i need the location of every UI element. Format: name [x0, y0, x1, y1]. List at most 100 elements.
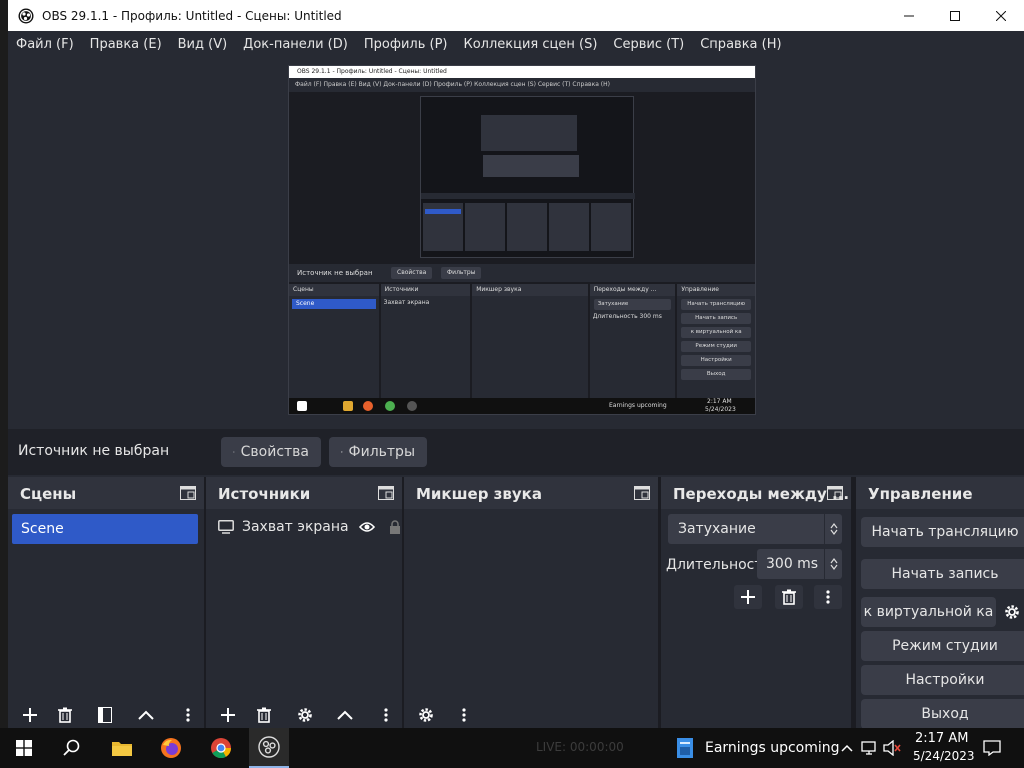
move-scene-up-button[interactable] [134, 704, 158, 726]
add-source-button[interactable] [216, 704, 240, 726]
preview-duration-label: Длительность [592, 313, 638, 320]
no-source-selected-label: Источник не выбран [18, 443, 170, 459]
clock-time[interactable]: 2:17 AM [915, 731, 968, 746]
chevron-down-icon [830, 529, 837, 535]
plus-icon [221, 708, 235, 722]
menu-help[interactable]: Справка (H) [692, 37, 789, 52]
scene-item[interactable]: Scene [12, 514, 198, 544]
start-streaming-button[interactable]: Начать трансляцию [861, 517, 1024, 547]
preview-chrome-icon [385, 401, 395, 411]
transitions-dock: Переходы между ... Затухание Длительност… [661, 477, 851, 728]
spinbox-arrows [824, 549, 842, 579]
source-properties-button[interactable] [293, 704, 317, 726]
lock-icon[interactable] [389, 520, 401, 534]
add-transition-button[interactable] [734, 585, 762, 609]
preview-canvas[interactable]: OBS 29.1.1 - Профиль: Untitled - Сцены: … [288, 65, 756, 415]
notifications-button[interactable] [978, 728, 1006, 768]
move-source-up-button[interactable] [333, 704, 357, 726]
menu-scene-collection[interactable]: Коллекция сцен (S) [455, 37, 605, 52]
start-virtual-camera-button[interactable]: к виртуальной ка [861, 597, 996, 627]
news-widget-text[interactable]: Earnings upcoming [705, 740, 840, 756]
obs-logo-icon [18, 8, 34, 23]
preview-duration-value: 300 ms [639, 313, 662, 320]
studio-mode-button[interactable]: Режим студии [861, 631, 1024, 661]
minimize-button[interactable] [886, 0, 932, 31]
chrome-button[interactable] [201, 728, 241, 768]
virtual-camera-settings-button[interactable] [1000, 600, 1024, 624]
filters-button[interactable]: Фильтры [329, 437, 427, 467]
undock-icon[interactable] [180, 486, 196, 500]
transition-select-value: Затухание [678, 521, 756, 537]
mixer-more-button[interactable] [456, 704, 472, 726]
remove-source-button[interactable] [252, 704, 276, 726]
undock-icon[interactable] [378, 486, 394, 500]
preview-dock-title: Переходы между ... [589, 284, 676, 296]
menu-profile[interactable]: Профиль (P) [356, 37, 456, 52]
transition-more-button[interactable] [814, 585, 842, 609]
minimize-icon [904, 15, 914, 16]
select-arrows [824, 514, 842, 544]
scenes-dock-header: Сцены [8, 477, 204, 509]
settings-button[interactable]: Настройки [861, 665, 1024, 695]
nested-preview-block [465, 203, 505, 251]
search-button[interactable] [52, 728, 92, 768]
audio-mixer-dock: Микшер звука [404, 477, 658, 728]
firefox-button[interactable] [151, 728, 191, 768]
volume-button[interactable] [882, 728, 902, 768]
windows-logo-icon [16, 740, 32, 756]
preview-mixer-dock: Микшер звука [472, 284, 588, 402]
menu-view[interactable]: Вид (V) [170, 37, 236, 52]
sources-dock-header: Источники [206, 477, 402, 509]
source-item[interactable]: Захват экрана [218, 519, 401, 535]
menu-file[interactable]: Файл (F) [8, 37, 82, 52]
exit-button[interactable]: Выход [861, 699, 1024, 728]
nested-preview-block [549, 203, 589, 251]
network-button[interactable] [860, 728, 880, 768]
source-more-button[interactable] [378, 704, 394, 726]
menu-edit[interactable]: Правка (E) [82, 37, 170, 52]
duration-spinbox[interactable]: 300 ms [757, 549, 842, 579]
volume-muted-icon [883, 740, 901, 756]
scene-more-button[interactable] [180, 704, 196, 726]
remove-scene-button[interactable] [53, 704, 77, 726]
folder-icon [112, 742, 132, 756]
properties-button[interactable]: Свойства [221, 437, 321, 467]
chevron-up-icon [337, 710, 353, 720]
background-window-strip [0, 0, 8, 768]
transition-select[interactable]: Затухание [668, 514, 842, 544]
chevron-down-icon[interactable] [830, 564, 838, 570]
menu-tools[interactable]: Сервис (T) [605, 37, 692, 52]
more-vertical-icon [462, 708, 466, 722]
trash-icon [257, 707, 271, 723]
start-button[interactable] [4, 728, 44, 768]
windows-taskbar: LIVE: 00:00:00 Earnings upcoming 2:17 AM… [0, 728, 1024, 768]
close-button[interactable] [978, 0, 1024, 31]
news-widget-icon-wrap[interactable] [672, 728, 698, 768]
more-vertical-icon [826, 590, 830, 604]
preview-nested-capture [420, 96, 635, 258]
add-scene-button[interactable] [18, 704, 42, 726]
undock-icon[interactable] [634, 486, 650, 500]
advanced-audio-button[interactable] [414, 704, 438, 726]
show-hidden-icons-button[interactable] [838, 728, 856, 768]
window-title: OBS 29.1.1 - Профиль: Untitled - Сцены: … [42, 8, 342, 23]
scene-filters-button[interactable] [93, 704, 117, 726]
preview-control-button: к виртуальной ка [681, 327, 751, 338]
undock-icon[interactable] [827, 486, 843, 500]
docks-area: Сцены Scene Источники Захват экрана Микш… [8, 477, 1024, 728]
clock-date[interactable]: 5/24/2023 [913, 749, 975, 763]
gear-icon [298, 708, 312, 722]
maximize-button[interactable] [932, 0, 978, 31]
file-explorer-button[interactable] [102, 728, 142, 768]
obs-icon [258, 736, 280, 758]
menu-docks[interactable]: Док-панели (D) [235, 37, 356, 52]
preview-taskbar: Earnings upcoming 2:17 AM 5/24/2023 [289, 398, 755, 414]
duration-value: 300 ms [766, 556, 819, 572]
start-recording-button[interactable]: Начать запись [861, 559, 1024, 589]
preview-obs-icon [407, 401, 417, 411]
eye-icon[interactable] [358, 521, 375, 533]
obs-taskbar-button[interactable] [249, 728, 289, 768]
preview-control-button: Выход [681, 369, 751, 380]
remove-transition-button[interactable] [775, 585, 803, 609]
preview-sources-dock: Источники Захват экрана [380, 284, 471, 402]
